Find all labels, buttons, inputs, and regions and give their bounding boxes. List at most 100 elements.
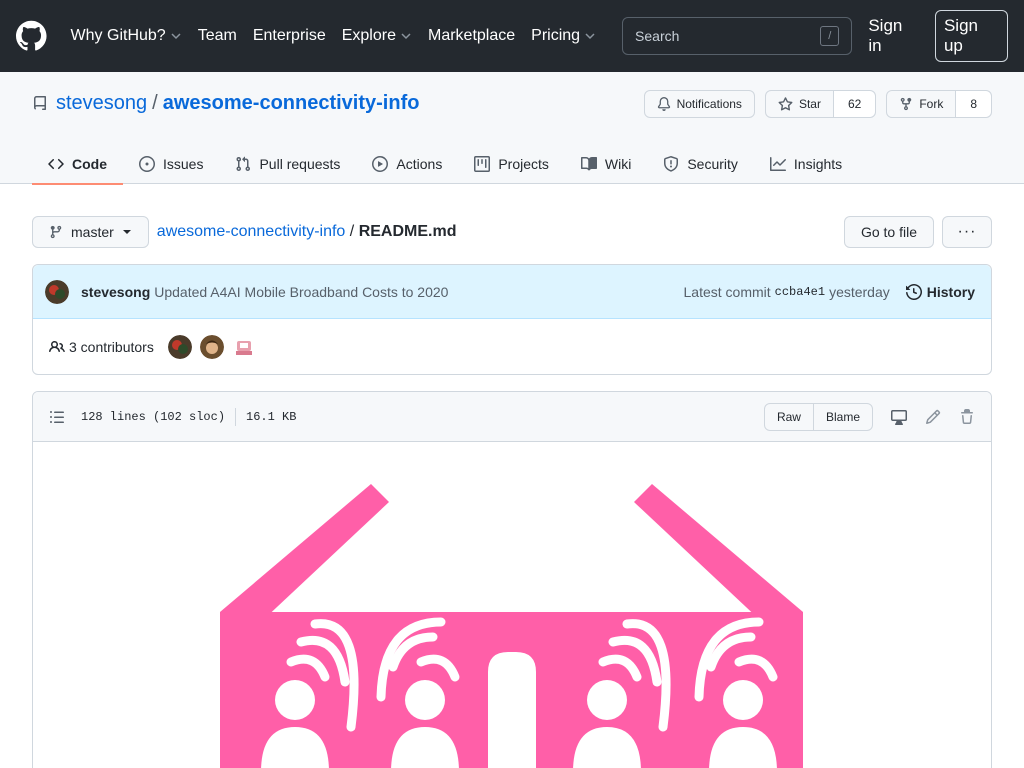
tab-label: Pull requests — [259, 156, 341, 172]
history-link[interactable]: History — [905, 283, 975, 300]
sign-in-link[interactable]: Sign in — [868, 16, 918, 56]
tab-issues[interactable]: Issues — [123, 144, 219, 184]
file-navigation: master awesome-connectivity-info / READM… — [32, 216, 992, 248]
repo-name-link[interactable]: awesome-connectivity-info — [163, 92, 420, 115]
branch-icon — [50, 225, 62, 239]
repo-path-separator: / — [152, 92, 158, 114]
contributors-count[interactable]: 3 contributors — [69, 339, 154, 355]
tab-label: Projects — [498, 156, 549, 172]
history-icon — [905, 283, 922, 300]
tab-wiki[interactable]: Wiki — [565, 144, 647, 184]
top-nav: Why GitHub? Team Enterprise Explore Marketpl… — [71, 27, 613, 45]
contributor-avatar-2[interactable] — [199, 334, 224, 359]
projects-icon — [474, 156, 491, 172]
tab-label: Issues — [163, 156, 204, 172]
pencil-icon[interactable] — [925, 409, 941, 425]
code-icon — [48, 158, 64, 170]
file-action-icons — [891, 408, 975, 425]
fork-button[interactable]: Fork 8 — [886, 90, 992, 118]
contributors-row: 3 contributors — [33, 319, 991, 374]
topnav-item-marketplace[interactable]: Marketplace — [428, 27, 515, 45]
repo-icon — [33, 95, 46, 110]
tab-security[interactable]: Security — [647, 144, 754, 184]
blame-button[interactable]: Blame — [812, 403, 872, 430]
topnav-item-label: Enterprise — [252, 27, 326, 44]
history-label: History — [926, 283, 975, 300]
tab-label: Insights — [793, 156, 843, 172]
caret-down-icon — [122, 230, 131, 234]
file-size: 16.1 KB — [246, 409, 297, 424]
contributor-avatars — [167, 334, 256, 359]
notifications-label: Notifications — [676, 97, 742, 111]
topnav-item-label: Pricing — [531, 27, 581, 44]
tab-label: Wiki — [604, 156, 632, 172]
star-icon — [778, 96, 793, 111]
repo-tabs: Code Issues Pull requests Actions Projects Wi… — [32, 144, 858, 185]
global-header: Why GitHub? Team Enterprise Explore Marketpl… — [0, 0, 1024, 72]
topnav-item-label: Team — [197, 27, 237, 44]
topnav-item-pricing[interactable]: Pricing — [531, 27, 596, 45]
actions-icon — [372, 156, 389, 172]
desktop-icon[interactable] — [891, 409, 907, 425]
github-logo-icon[interactable] — [16, 20, 47, 52]
file-viewer: 128 lines (102 sloc) 16.1 KB Raw Blame — [32, 391, 992, 768]
file-header: 128 lines (102 sloc) 16.1 KB Raw Blame — [33, 392, 991, 442]
search-placeholder: Search — [635, 28, 680, 44]
commit-sha[interactable]: ccba4e1 — [775, 285, 825, 299]
commit-author[interactable]: stevesong — [81, 284, 150, 300]
tab-label: Actions — [396, 156, 443, 172]
contributor-avatar-3[interactable] — [231, 334, 256, 359]
search-shortcut-badge: / — [820, 26, 840, 46]
repo-title: stevesong / awesome-connectivity-info — [32, 92, 419, 115]
bell-icon — [657, 97, 670, 111]
commit-message[interactable]: Updated A4AI Mobile Broadband Costs to 2… — [154, 284, 448, 300]
tab-code[interactable]: Code — [32, 144, 123, 185]
topnav-item-label: Why GitHub? — [70, 27, 166, 44]
sign-up-button[interactable]: Sign up — [934, 10, 1008, 62]
branch-selector[interactable]: master — [32, 216, 149, 248]
breadcrumb: awesome-connectivity-info / README.md — [157, 223, 457, 241]
topnav-item-why-github[interactable]: Why GitHub? — [71, 27, 182, 45]
people-icon — [49, 340, 65, 352]
security-icon — [664, 156, 679, 172]
more-options-button[interactable]: ··· — [942, 216, 992, 248]
topnav-item-team[interactable]: Team — [198, 27, 237, 45]
search-input[interactable]: Search / — [622, 17, 853, 55]
file-line-count: 128 lines (102 sloc) — [81, 409, 226, 424]
trash-icon[interactable] — [959, 408, 975, 425]
branch-name: master — [71, 224, 114, 240]
breadcrumb-separator: / — [349, 223, 355, 240]
readme-body — [33, 442, 991, 768]
raw-button[interactable]: Raw — [765, 404, 813, 430]
tab-projects[interactable]: Projects — [458, 144, 565, 184]
fork-label: Fork — [919, 97, 944, 111]
star-label: Star — [798, 97, 821, 111]
go-to-file-button[interactable]: Go to file — [843, 216, 934, 248]
topnav-item-label: Explore — [341, 27, 396, 44]
author-avatar[interactable] — [45, 279, 69, 304]
tab-label: Code — [72, 156, 107, 172]
topnav-item-enterprise[interactable]: Enterprise — [253, 27, 326, 45]
issues-icon — [139, 156, 155, 172]
repo-header: stevesong / awesome-connectivity-info No… — [0, 72, 1024, 185]
breadcrumb-repo-link[interactable]: awesome-connectivity-info — [157, 223, 346, 240]
star-count[interactable]: 62 — [832, 91, 876, 117]
repo-owner-link[interactable]: stevesong — [56, 92, 147, 115]
notifications-button[interactable]: Notifications — [643, 90, 755, 118]
wiki-icon — [580, 156, 597, 171]
info-divider — [235, 407, 237, 426]
contributor-avatar-1[interactable] — [167, 334, 192, 359]
fork-count[interactable]: 8 — [955, 91, 991, 117]
commit-box: stevesong Updated A4AI Mobile Broadband … — [32, 264, 992, 375]
tab-actions[interactable]: Actions — [356, 144, 458, 184]
breadcrumb-file: README.md — [358, 223, 457, 240]
fork-icon — [901, 97, 912, 111]
insights-icon — [769, 157, 786, 171]
commit-time: yesterday — [829, 283, 890, 300]
readme-logo-image — [220, 484, 803, 768]
outline-list-icon[interactable] — [49, 409, 65, 425]
tab-pull-requests[interactable]: Pull requests — [219, 144, 356, 184]
tab-insights[interactable]: Insights — [754, 144, 858, 184]
star-button[interactable]: Star 62 — [764, 90, 877, 118]
topnav-item-explore[interactable]: Explore — [342, 27, 412, 45]
